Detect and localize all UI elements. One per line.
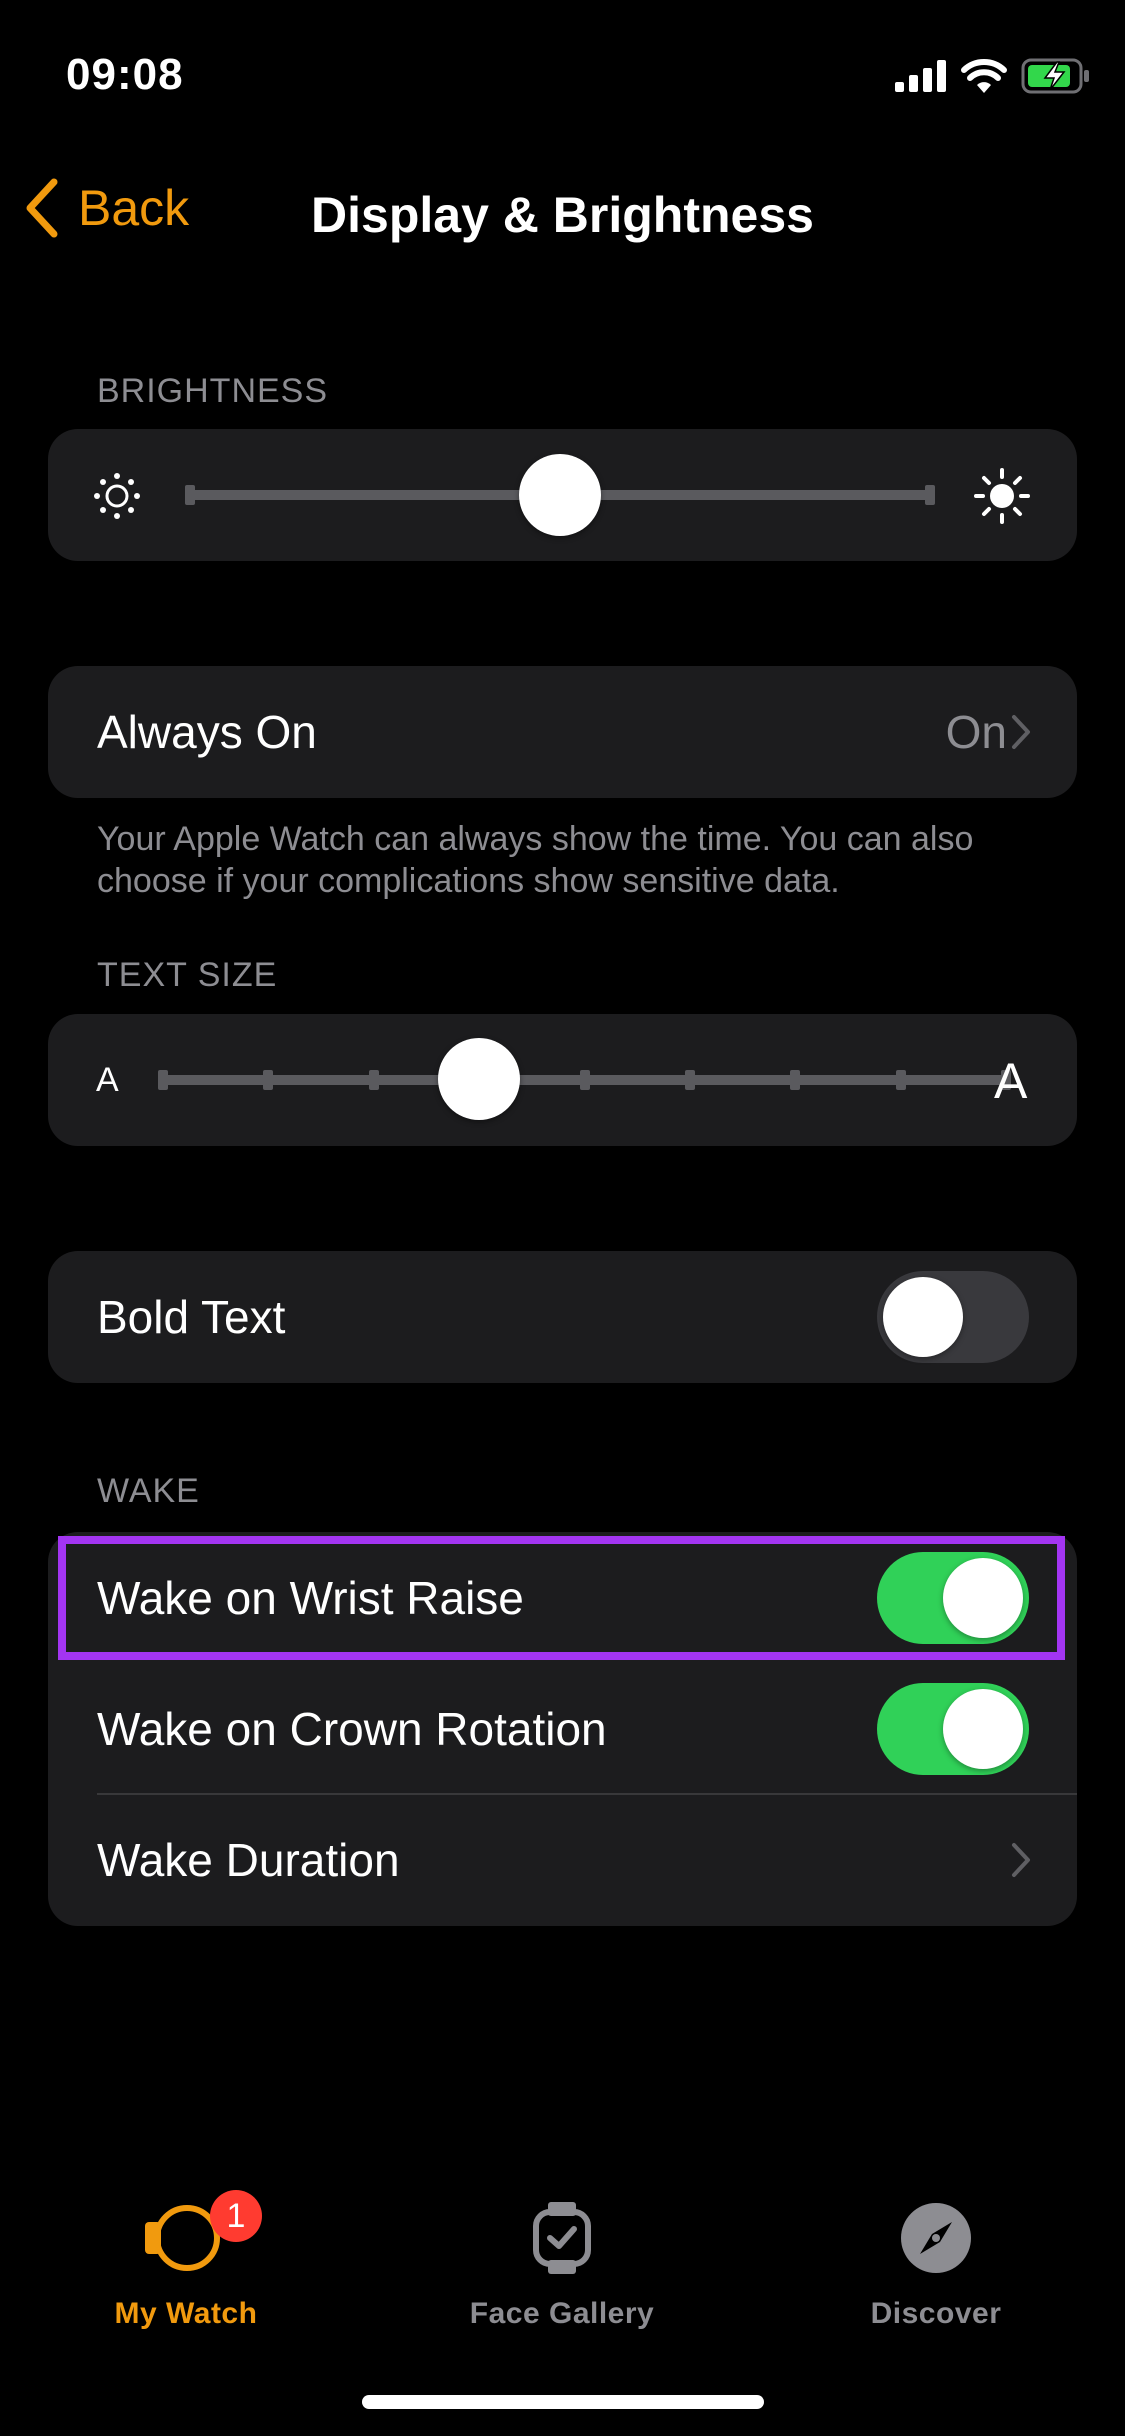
text-size-card: A A bbox=[48, 1014, 1077, 1146]
wake-on-crown-rotation-row: Wake on Crown Rotation bbox=[48, 1663, 1077, 1795]
chevron-right-icon bbox=[1012, 1843, 1030, 1877]
page-title: Display & Brightness bbox=[311, 187, 814, 243]
tab-face-gallery[interactable]: Face Gallery bbox=[412, 2200, 712, 2331]
always-on-label: Always On bbox=[97, 706, 317, 758]
text-size-tick bbox=[579, 1070, 590, 1090]
text-size-tick bbox=[368, 1070, 379, 1090]
tab-my-watch[interactable]: 1 My Watch bbox=[36, 2190, 336, 2331]
text-size-tick bbox=[158, 1070, 168, 1090]
tab-discover-label: Discover bbox=[870, 2297, 1002, 2330]
tab-discover[interactable]: Discover bbox=[786, 2200, 1086, 2331]
bold-text-card: Bold Text bbox=[48, 1251, 1077, 1383]
brightness-card bbox=[48, 429, 1077, 561]
wake-header: WAKE bbox=[97, 1472, 200, 1510]
cellular-signal-icon bbox=[895, 60, 946, 92]
wake-duration-label: Wake Duration bbox=[97, 1834, 400, 1886]
text-size-tick bbox=[895, 1070, 906, 1090]
always-on-row[interactable]: Always On On bbox=[48, 666, 1077, 798]
brightness-header: BRIGHTNESS bbox=[97, 372, 329, 410]
text-size-slider-thumb[interactable] bbox=[438, 1038, 521, 1120]
text-size-tick bbox=[263, 1070, 274, 1090]
wifi-icon bbox=[961, 59, 1007, 93]
toggle-knob bbox=[943, 1689, 1023, 1769]
notification-badge: 1 bbox=[210, 2190, 262, 2242]
text-size-header: TEXT SIZE bbox=[97, 956, 278, 994]
text-size-large-glyph: A bbox=[994, 1053, 1028, 1109]
battery-charging-icon bbox=[1021, 58, 1089, 94]
text-size-tick bbox=[790, 1070, 801, 1090]
brightness-high-icon bbox=[974, 468, 1030, 524]
home-indicator bbox=[362, 2395, 764, 2409]
status-time: 09:08 bbox=[66, 50, 184, 99]
brightness-low-icon bbox=[94, 473, 140, 519]
compass-icon bbox=[901, 2203, 971, 2273]
bold-text-row: Bold Text bbox=[48, 1251, 1077, 1383]
text-size-tick bbox=[684, 1070, 695, 1090]
tab-my-watch-label: My Watch bbox=[114, 2297, 258, 2330]
always-on-value: On bbox=[945, 706, 1007, 758]
always-on-card: Always On On bbox=[48, 666, 1077, 798]
toggle-knob bbox=[883, 1277, 963, 1357]
tab-face-gallery-label: Face Gallery bbox=[469, 2297, 655, 2330]
wake-duration-row[interactable]: Wake Duration bbox=[48, 1794, 1077, 1926]
always-on-footer: Your Apple Watch can always show the tim… bbox=[97, 820, 974, 900]
wake-on-crown-rotation-label: Wake on Crown Rotation bbox=[97, 1703, 607, 1755]
brightness-track-start bbox=[185, 485, 195, 505]
chevron-right-icon bbox=[1012, 715, 1030, 749]
bold-text-label: Bold Text bbox=[97, 1291, 286, 1343]
brightness-slider-thumb[interactable] bbox=[519, 454, 601, 536]
wake-on-crown-rotation-toggle[interactable] bbox=[877, 1683, 1029, 1775]
status-icons bbox=[895, 58, 1091, 94]
highlight-box bbox=[58, 1536, 1065, 1660]
brightness-track-end bbox=[925, 485, 935, 505]
text-size-small-glyph: A bbox=[96, 1061, 119, 1099]
bold-text-toggle[interactable] bbox=[877, 1271, 1029, 1363]
face-gallery-icon bbox=[533, 2202, 591, 2274]
